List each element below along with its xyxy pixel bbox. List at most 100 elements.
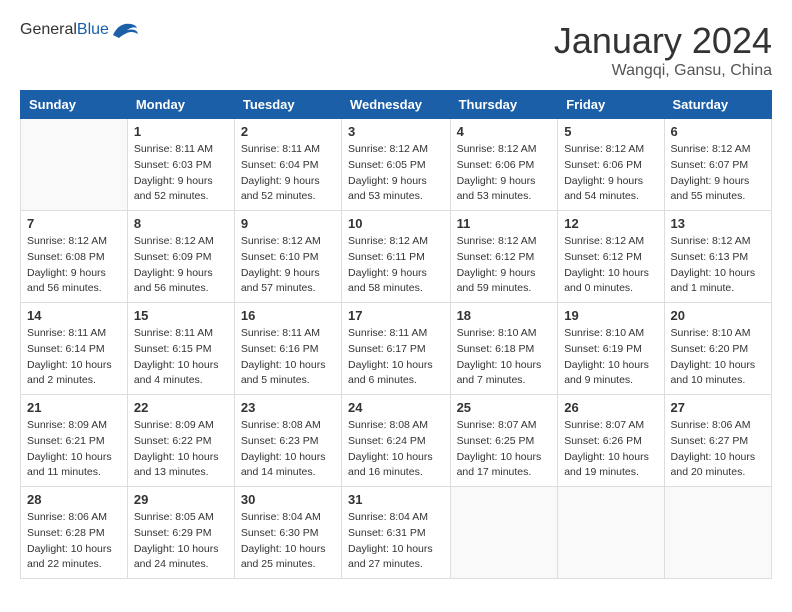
day-number: 20 [671,308,765,323]
day-number: 18 [457,308,552,323]
day-info: Sunrise: 8:12 AMSunset: 6:13 PMDaylight:… [671,234,765,297]
day-info: Sunrise: 8:10 AMSunset: 6:19 PMDaylight:… [564,326,657,389]
day-info: Sunrise: 8:12 AMSunset: 6:12 PMDaylight:… [457,234,552,297]
day-number: 9 [241,216,335,231]
day-number: 11 [457,216,552,231]
calendar-cell: 18 Sunrise: 8:10 AMSunset: 6:18 PMDayligh… [450,303,558,395]
day-number: 26 [564,400,657,415]
day-info: Sunrise: 8:11 AMSunset: 6:16 PMDaylight:… [241,326,335,389]
day-header-tuesday: Tuesday [234,91,341,119]
day-number: 21 [27,400,121,415]
day-number: 3 [348,124,444,139]
calendar-cell: 21 Sunrise: 8:09 AMSunset: 6:21 PMDayligh… [21,395,128,487]
day-number: 14 [27,308,121,323]
day-number: 13 [671,216,765,231]
day-number: 17 [348,308,444,323]
calendar-cell: 28Sunrise: 8:06 AMSunset: 6:28 PMDayligh… [21,487,128,579]
calendar-cell [664,487,771,579]
day-info: Sunrise: 8:04 AMSunset: 6:31 PMDaylight:… [348,510,444,573]
day-info: Sunrise: 8:08 AMSunset: 6:24 PMDaylight:… [348,418,444,481]
day-number: 1 [134,124,228,139]
day-number: 28 [27,492,121,507]
day-number: 29 [134,492,228,507]
calendar-cell [558,487,664,579]
calendar-subtitle: Wangqi, Gansu, China [554,62,772,80]
day-info: Sunrise: 8:11 AMSunset: 6:17 PMDaylight:… [348,326,444,389]
day-info: Sunrise: 8:12 AMSunset: 6:07 PMDaylight:… [671,142,765,205]
day-number: 23 [241,400,335,415]
logo-bird-icon [111,20,139,40]
day-number: 8 [134,216,228,231]
day-info: Sunrise: 8:07 AMSunset: 6:25 PMDaylight:… [457,418,552,481]
calendar-cell [450,487,558,579]
day-info: Sunrise: 8:12 AMSunset: 6:12 PMDaylight:… [564,234,657,297]
calendar-cell: 13 Sunrise: 8:12 AMSunset: 6:13 PMDayligh… [664,211,771,303]
day-header-friday: Friday [558,91,664,119]
calendar-cell: 9 Sunrise: 8:12 AMSunset: 6:10 PMDaylight… [234,211,341,303]
day-info: Sunrise: 8:12 AMSunset: 6:06 PMDaylight:… [564,142,657,205]
calendar-cell: 5 Sunrise: 8:12 AMSunset: 6:06 PMDaylight… [558,119,664,211]
day-number: 25 [457,400,552,415]
day-info: Sunrise: 8:07 AMSunset: 6:26 PMDaylight:… [564,418,657,481]
day-info: Sunrise: 8:11 AMSunset: 6:04 PMDaylight:… [241,142,335,205]
day-number: 19 [564,308,657,323]
day-header-saturday: Saturday [664,91,771,119]
logo-general: General [20,21,77,38]
calendar-cell: 23 Sunrise: 8:08 AMSunset: 6:23 PMDayligh… [234,395,341,487]
week-row-3: 14 Sunrise: 8:11 AMSunset: 6:14 PMDayligh… [21,303,772,395]
calendar-cell: 7Sunrise: 8:12 AMSunset: 6:08 PMDaylight… [21,211,128,303]
calendar-cell: 31Sunrise: 8:04 AMSunset: 6:31 PMDayligh… [342,487,451,579]
day-info: Sunrise: 8:09 AMSunset: 6:22 PMDaylight:… [134,418,228,481]
calendar-cell: 22Sunrise: 8:09 AMSunset: 6:22 PMDayligh… [127,395,234,487]
calendar-cell: 17 Sunrise: 8:11 AMSunset: 6:17 PMDayligh… [342,303,451,395]
calendar-cell: 25 Sunrise: 8:07 AMSunset: 6:25 PMDayligh… [450,395,558,487]
day-info: Sunrise: 8:12 AMSunset: 6:05 PMDaylight:… [348,142,444,205]
calendar-cell: 24 Sunrise: 8:08 AMSunset: 6:24 PMDayligh… [342,395,451,487]
day-number: 15 [134,308,228,323]
week-row-1: 1Sunrise: 8:11 AMSunset: 6:03 PMDaylight… [21,119,772,211]
day-number: 6 [671,124,765,139]
week-row-5: 28Sunrise: 8:06 AMSunset: 6:28 PMDayligh… [21,487,772,579]
title-block: January 2024 Wangqi, Gansu, China [554,20,772,80]
day-info: Sunrise: 8:10 AMSunset: 6:20 PMDaylight:… [671,326,765,389]
calendar-cell: 2 Sunrise: 8:11 AMSunset: 6:04 PMDaylight… [234,119,341,211]
day-info: Sunrise: 8:08 AMSunset: 6:23 PMDaylight:… [241,418,335,481]
day-number: 5 [564,124,657,139]
day-info: Sunrise: 8:09 AMSunset: 6:21 PMDaylight:… [27,418,121,481]
day-number: 30 [241,492,335,507]
day-header-monday: Monday [127,91,234,119]
calendar-cell: 11 Sunrise: 8:12 AMSunset: 6:12 PMDayligh… [450,211,558,303]
day-number: 12 [564,216,657,231]
day-number: 24 [348,400,444,415]
day-info: Sunrise: 8:05 AMSunset: 6:29 PMDaylight:… [134,510,228,573]
logo: GeneralBlue [20,20,139,40]
calendar-cell: 19 Sunrise: 8:10 AMSunset: 6:19 PMDayligh… [558,303,664,395]
day-number: 10 [348,216,444,231]
day-number: 4 [457,124,552,139]
day-number: 7 [27,216,121,231]
day-info: Sunrise: 8:12 AMSunset: 6:10 PMDaylight:… [241,234,335,297]
logo-blue: Blue [77,21,109,38]
logo-text: GeneralBlue [20,21,109,39]
calendar-cell: 1Sunrise: 8:11 AMSunset: 6:03 PMDaylight… [127,119,234,211]
calendar-cell: 29 Sunrise: 8:05 AMSunset: 6:29 PMDayligh… [127,487,234,579]
day-info: Sunrise: 8:10 AMSunset: 6:18 PMDaylight:… [457,326,552,389]
day-info: Sunrise: 8:11 AMSunset: 6:15 PMDaylight:… [134,326,228,389]
calendar-cell: 14 Sunrise: 8:11 AMSunset: 6:14 PMDayligh… [21,303,128,395]
week-row-4: 21 Sunrise: 8:09 AMSunset: 6:21 PMDayligh… [21,395,772,487]
calendar-cell: 10Sunrise: 8:12 AMSunset: 6:11 PMDayligh… [342,211,451,303]
day-header-thursday: Thursday [450,91,558,119]
calendar-cell: 12 Sunrise: 8:12 AMSunset: 6:12 PMDayligh… [558,211,664,303]
calendar-cell: 26 Sunrise: 8:07 AMSunset: 6:26 PMDayligh… [558,395,664,487]
page-header: GeneralBlue January 2024 Wangqi, Gansu, … [20,20,772,80]
calendar-cell: 16 Sunrise: 8:11 AMSunset: 6:16 PMDayligh… [234,303,341,395]
calendar-cell: 27Sunrise: 8:06 AMSunset: 6:27 PMDayligh… [664,395,771,487]
calendar-cell: 3 Sunrise: 8:12 AMSunset: 6:05 PMDaylight… [342,119,451,211]
day-info: Sunrise: 8:11 AMSunset: 6:14 PMDaylight:… [27,326,121,389]
calendar-header-row: SundayMondayTuesdayWednesdayThursdayFrid… [21,91,772,119]
day-number: 2 [241,124,335,139]
day-info: Sunrise: 8:04 AMSunset: 6:30 PMDaylight:… [241,510,335,573]
day-number: 16 [241,308,335,323]
day-header-wednesday: Wednesday [342,91,451,119]
calendar-cell: 15 Sunrise: 8:11 AMSunset: 6:15 PMDayligh… [127,303,234,395]
